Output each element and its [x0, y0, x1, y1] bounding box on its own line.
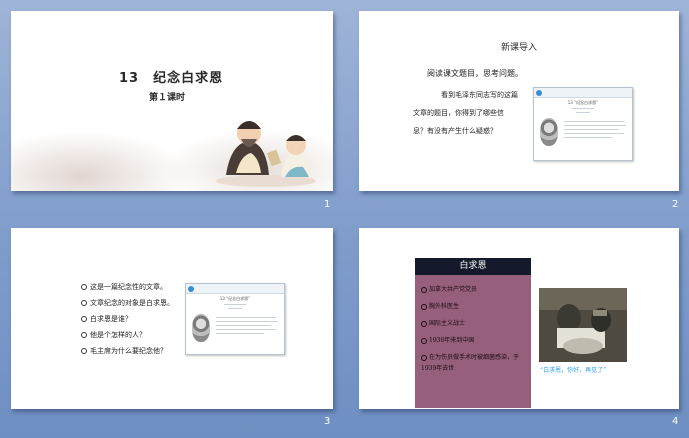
- panel-title: 白求恩: [415, 258, 531, 275]
- bullet-icon: [81, 316, 87, 322]
- textbook-page-preview: 13 “纪念白求恩”: [533, 87, 633, 161]
- card-title: 13 “纪念白求恩”: [219, 296, 251, 301]
- question-line: 文章的题目，你得到了哪些信: [413, 109, 504, 117]
- bullet-icon: [81, 300, 87, 306]
- card-title: 13 “纪念白求恩”: [567, 100, 599, 105]
- slide-number-2: 2: [672, 199, 679, 210]
- bullet-icon: [421, 303, 427, 310]
- bullet-item: 他是个怎样的人？: [81, 330, 146, 340]
- bio-panel: 白求恩 加拿大共产党党员 胸外科医生 国际主义战士 1938年来到中国 在为伤员…: [415, 258, 531, 408]
- lesson-subtitle: 第１课时: [149, 93, 186, 103]
- portrait-photo: [540, 118, 558, 146]
- textbook-page-preview: 13 “纪念白求恩”: [185, 283, 285, 355]
- bio-item: 加拿大共产党党员: [421, 284, 477, 293]
- bio-item: 在为伤员做手术时被细菌感染，于1939年去世: [421, 354, 520, 372]
- bio-item: 1938年来到中国: [421, 335, 474, 344]
- bullet-icon: [421, 286, 427, 293]
- photo-caption: “白求恩，你好，再见了”: [540, 367, 607, 374]
- lesson-title: 13 纪念白求恩: [119, 71, 224, 86]
- portrait-photo: [192, 314, 210, 342]
- slide-thumbnail-1[interactable]: 13 纪念白求恩 第１课时: [11, 11, 333, 191]
- bio-item: 胸外科医生: [421, 301, 459, 310]
- bullet-item: 这是一篇纪念性的文章。: [81, 282, 167, 292]
- section-title: 新课导入: [500, 43, 537, 53]
- bullet-icon: [421, 354, 427, 361]
- prompt-line: 阅读课文题目，思考问题。: [427, 69, 523, 78]
- slide-number-4: 4: [672, 416, 679, 427]
- slide-number-3: 3: [324, 416, 331, 427]
- slide-thumbnail-2[interactable]: 新课导入 阅读课文题目，思考问题。 看到毛泽东同志写的这篇 文章的题目，你得到了…: [359, 11, 679, 191]
- app-logo-icon: [188, 286, 194, 292]
- question-line: 息？有没有产生什么疑惑？: [413, 127, 497, 135]
- slide-thumbnail-4[interactable]: 白求恩 加拿大共产党党员 胸外科医生 国际主义战士 1938年来到中国 在为伤员…: [359, 228, 679, 409]
- bullet-icon: [421, 320, 427, 327]
- bullet-icon: [81, 284, 87, 290]
- question-line: 看到毛泽东同志写的这篇: [441, 91, 518, 99]
- bio-item: 国际主义战士: [421, 318, 465, 327]
- bullet-item: 毛主席为什么要纪念他？: [81, 346, 167, 356]
- slide-thumbnail-3[interactable]: 这是一篇纪念性的文章。 文章纪念的对象是白求恩。 白求恩是谁？ 他是个怎样的人？…: [11, 228, 333, 409]
- app-logo-icon: [536, 90, 542, 96]
- slide-number-1: 1: [324, 199, 331, 210]
- historical-photo: [539, 288, 627, 362]
- bullet-icon: [81, 348, 87, 354]
- bullet-icon: [421, 337, 427, 344]
- bullet-item: 白求恩是谁？: [81, 314, 132, 324]
- bullet-item: 文章纪念的对象是白求恩。: [81, 298, 174, 308]
- cartoon-scholars-illustration: [216, 121, 316, 187]
- bullet-icon: [81, 332, 87, 338]
